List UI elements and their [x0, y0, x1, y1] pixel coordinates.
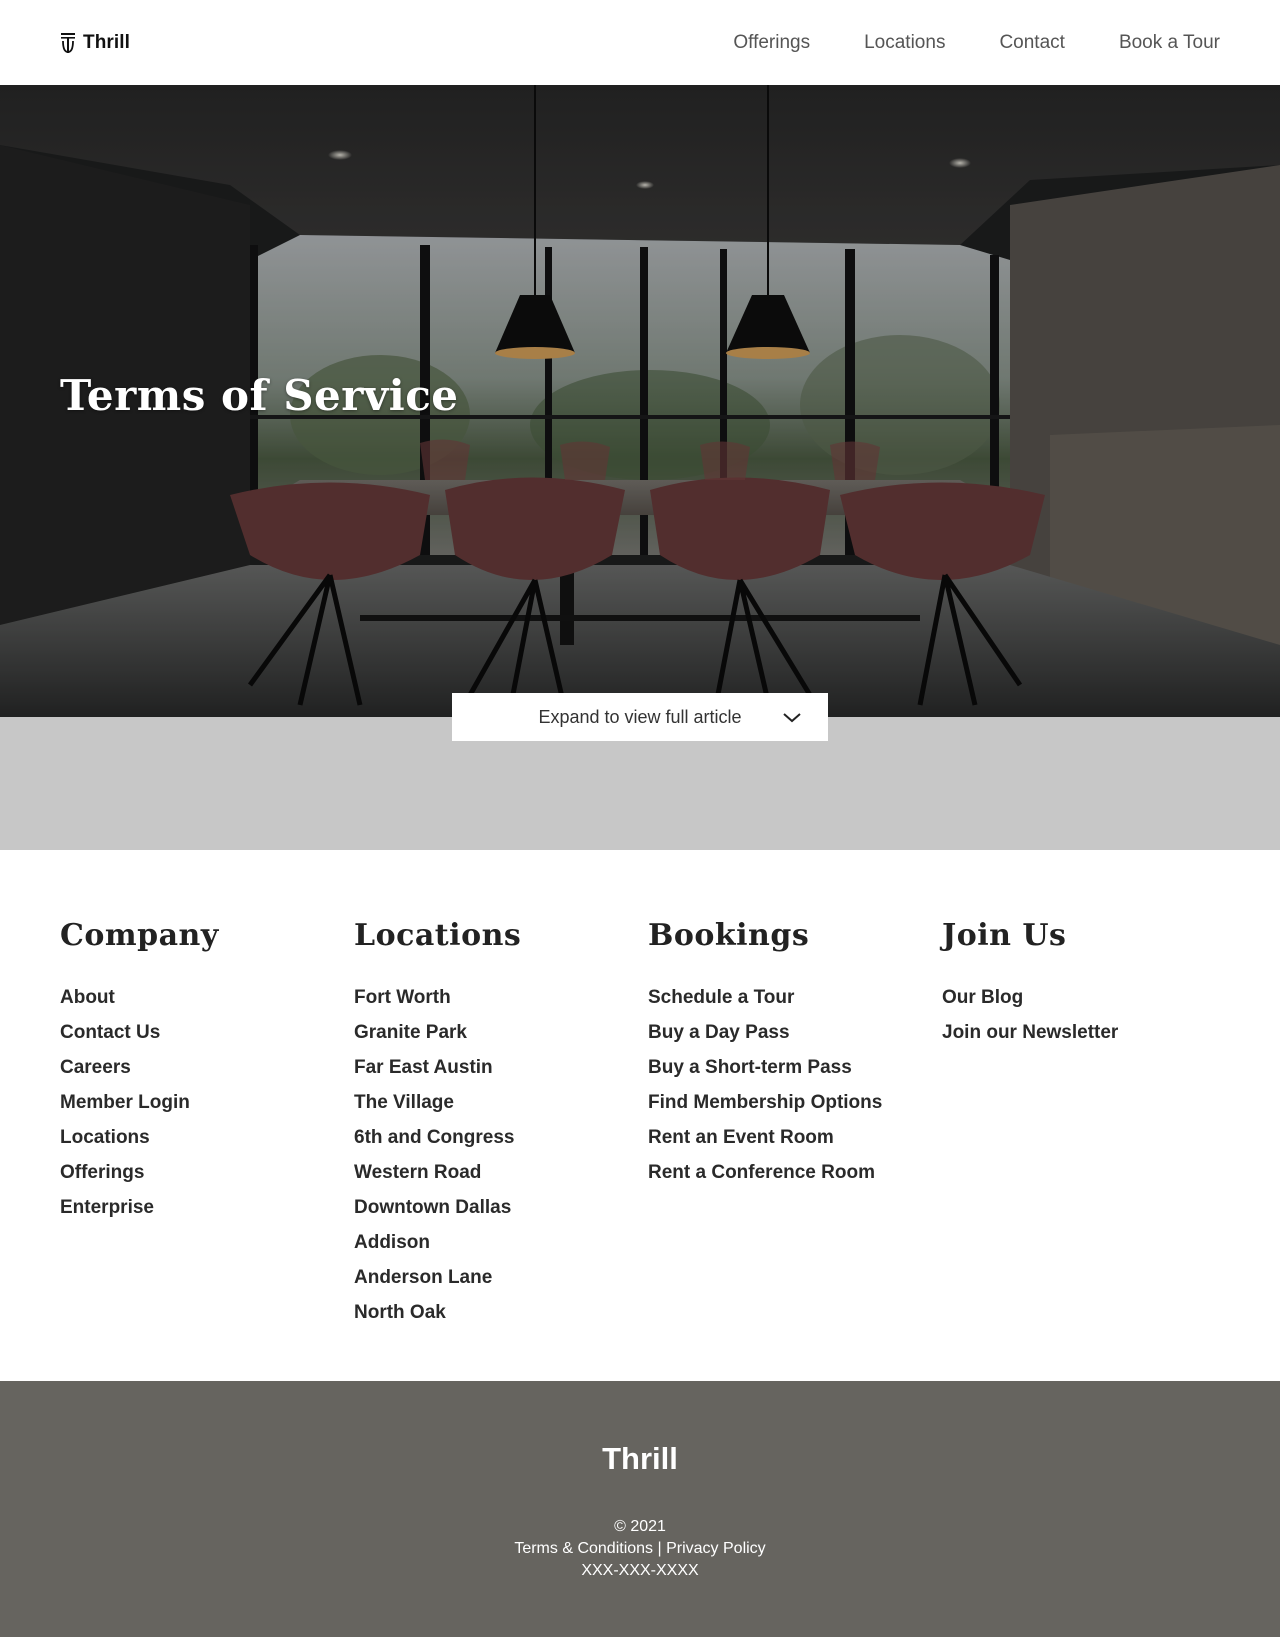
footer-column-join-us: Join Us Our Blog Join our Newsletter — [942, 918, 1222, 1050]
brand-name: Thrill — [83, 32, 131, 53]
column-heading: Join Us — [942, 918, 1067, 953]
nav-locations[interactable]: Locations — [864, 28, 945, 58]
footer-column-locations: Locations Fort Worth Granite Park Far Ea… — [354, 918, 634, 1330]
link-buy-a-day-pass[interactable]: Buy a Day Pass — [648, 1022, 790, 1043]
chevron-down-icon — [783, 713, 801, 723]
site-header: Thrill Offerings Locations Contact Book … — [0, 0, 1280, 85]
link-granite-park[interactable]: Granite Park — [354, 1022, 467, 1043]
terms-link[interactable]: Terms & Conditions — [514, 1540, 653, 1557]
link-fort-worth[interactable]: Fort Worth — [354, 987, 451, 1008]
nav-book-a-tour[interactable]: Book a Tour — [1119, 28, 1220, 58]
expand-article-label: Expand to view full article — [538, 706, 742, 727]
link-buy-short-term-pass[interactable]: Buy a Short-term Pass — [648, 1057, 852, 1078]
column-heading: Company — [60, 918, 219, 953]
company-links: About Contact Us Careers Member Login Lo… — [60, 980, 340, 1225]
link-addison[interactable]: Addison — [354, 1232, 430, 1253]
column-heading: Bookings — [648, 918, 810, 953]
link-downtown-dallas[interactable]: Downtown Dallas — [354, 1197, 511, 1218]
link-offerings[interactable]: Offerings — [60, 1162, 144, 1183]
link-find-membership-options[interactable]: Find Membership Options — [648, 1092, 882, 1113]
nav-contact[interactable]: Contact — [999, 28, 1064, 58]
join-links: Our Blog Join our Newsletter — [942, 980, 1222, 1050]
footer-column-bookings: Bookings Schedule a Tour Buy a Day Pass … — [648, 918, 928, 1190]
link-anderson-lane[interactable]: Anderson Lane — [354, 1267, 492, 1288]
site-footer: Thrill © 2021 Terms & Conditions | Priva… — [0, 1381, 1280, 1637]
legal-separator: | — [653, 1540, 667, 1557]
link-rent-event-room[interactable]: Rent an Event Room — [648, 1127, 834, 1148]
privacy-link[interactable]: Privacy Policy — [666, 1540, 766, 1557]
footer-brand: Thrill — [602, 1441, 678, 1476]
column-heading: Locations — [354, 918, 522, 953]
link-enterprise[interactable]: Enterprise — [60, 1197, 154, 1218]
brand-logo[interactable]: Thrill — [60, 30, 130, 56]
link-north-oak[interactable]: North Oak — [354, 1302, 446, 1323]
link-6th-and-congress[interactable]: 6th and Congress — [354, 1127, 514, 1148]
main-nav: Offerings Locations Contact Book a Tour — [733, 28, 1220, 58]
link-far-east-austin[interactable]: Far East Austin — [354, 1057, 493, 1078]
footer-links: Company About Contact Us Careers Member … — [0, 850, 1280, 1381]
thrill-logo-icon — [61, 33, 75, 53]
link-careers[interactable]: Careers — [60, 1057, 131, 1078]
link-member-login[interactable]: Member Login — [60, 1092, 190, 1113]
legal-links: Terms & Conditions | Privacy Policy — [0, 1538, 1280, 1560]
hero-section: Terms of Service — [0, 85, 1280, 717]
nav-offerings[interactable]: Offerings — [733, 28, 810, 58]
link-locations[interactable]: Locations — [60, 1127, 150, 1148]
location-links: Fort Worth Granite Park Far East Austin … — [354, 980, 634, 1330]
page-title: Terms of Service — [60, 371, 459, 420]
expand-article-button[interactable]: Expand to view full article — [452, 693, 828, 741]
link-about[interactable]: About — [60, 987, 115, 1008]
booking-links: Schedule a Tour Buy a Day Pass Buy a Sho… — [648, 980, 928, 1190]
link-join-newsletter[interactable]: Join our Newsletter — [942, 1022, 1118, 1043]
link-rent-conference-room[interactable]: Rent a Conference Room — [648, 1162, 875, 1183]
copyright-text: © 2021 — [614, 1518, 666, 1535]
link-our-blog[interactable]: Our Blog — [942, 987, 1023, 1008]
phone-number: XXX-XXX-XXXX — [581, 1562, 699, 1579]
link-western-road[interactable]: Western Road — [354, 1162, 481, 1183]
link-the-village[interactable]: The Village — [354, 1092, 454, 1113]
link-contact-us[interactable]: Contact Us — [60, 1022, 160, 1043]
footer-column-company: Company About Contact Us Careers Member … — [60, 918, 340, 1225]
link-schedule-a-tour[interactable]: Schedule a Tour — [648, 987, 794, 1008]
